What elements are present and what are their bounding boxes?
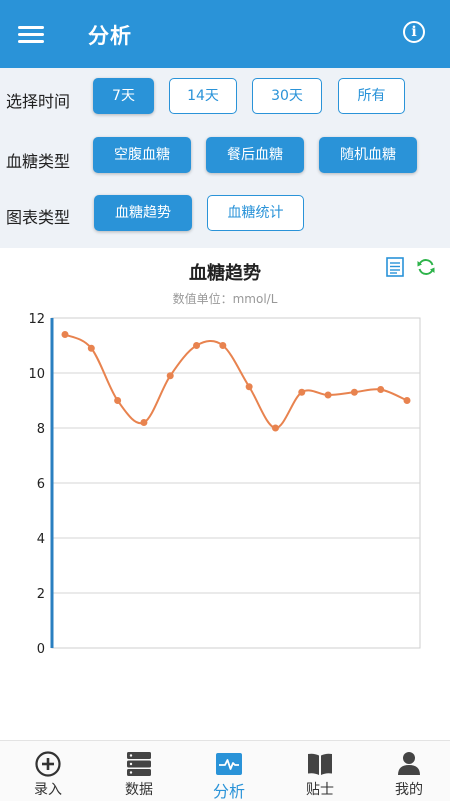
data-point[interactable] — [298, 388, 306, 396]
y-tick-label: 4 — [37, 532, 45, 547]
chart-title: 血糖趋势 — [189, 263, 261, 284]
data-list-icon[interactable] — [386, 257, 404, 277]
nav-item-tips[interactable]: 贴士 — [275, 741, 365, 801]
glucose-type-postmeal[interactable]: 餐后血糖 — [206, 137, 304, 173]
time-option-all[interactable]: 所有 — [338, 78, 405, 114]
data-point[interactable] — [377, 386, 385, 393]
time-filter-label: 选择时间 — [6, 92, 71, 111]
nav-item-profile[interactable]: 我的 — [364, 741, 450, 801]
time-option-30d[interactable]: 30天 — [252, 78, 322, 114]
data-point[interactable] — [324, 391, 332, 399]
data-point[interactable] — [350, 388, 358, 396]
pulse-icon — [216, 753, 242, 775]
nav-item-analysis[interactable]: 分析 — [184, 741, 274, 801]
nav-item-data[interactable]: 数据 — [94, 741, 184, 801]
data-point[interactable] — [219, 342, 227, 349]
filter-panel: 选择时间 7天 14天 30天 所有 血糖类型 空腹血糖 餐后血糖 随机血糖 图… — [0, 68, 450, 248]
bottom-nav: 录入 数据 分析 贴士 我的 — [0, 740, 450, 801]
glucose-trend-chart: 0 2 4 6 8 10 12 — [28, 312, 421, 657]
page-title: 分析 — [88, 24, 132, 48]
data-point[interactable] — [114, 397, 122, 404]
y-tick-label: 8 — [37, 422, 45, 437]
y-tick-label: 6 — [37, 477, 45, 492]
time-option-7d[interactable]: 7天 — [93, 78, 154, 114]
nav-label-entry: 录入 — [34, 782, 62, 798]
app-header: 分析 i — [0, 0, 450, 68]
data-point[interactable] — [193, 342, 201, 349]
y-tick-label: 10 — [28, 367, 45, 382]
chart-type-trend[interactable]: 血糖趋势 — [94, 195, 192, 231]
chart-type-stats[interactable]: 血糖统计 — [207, 195, 304, 231]
database-icon — [127, 752, 151, 776]
glucose-series-line — [64, 333, 408, 429]
nav-label-analysis: 分析 — [212, 782, 245, 801]
data-point[interactable] — [245, 383, 253, 391]
nav-label-data: 数据 — [125, 782, 153, 798]
menu-icon[interactable] — [18, 24, 44, 44]
y-tick-label: 0 — [37, 642, 45, 657]
nav-label-profile: 我的 — [395, 782, 423, 798]
glucose-type-fasting[interactable]: 空腹血糖 — [93, 137, 191, 173]
chart-type-label: 图表类型 — [6, 208, 71, 227]
book-icon — [308, 753, 332, 775]
time-option-14d[interactable]: 14天 — [169, 78, 237, 114]
y-tick-label: 12 — [28, 312, 45, 327]
data-point[interactable] — [271, 424, 279, 432]
data-point[interactable] — [61, 331, 69, 338]
data-point[interactable] — [166, 372, 174, 380]
user-icon — [398, 752, 420, 775]
nav-label-tips: 贴士 — [306, 782, 334, 798]
refresh-icon[interactable] — [416, 257, 436, 277]
y-tick-label: 2 — [37, 587, 45, 602]
data-point[interactable] — [403, 397, 411, 404]
glucose-type-label: 血糖类型 — [6, 152, 71, 171]
nav-item-entry[interactable]: 录入 — [3, 741, 93, 801]
info-icon[interactable]: i — [403, 21, 425, 43]
glucose-type-random[interactable]: 随机血糖 — [319, 137, 417, 173]
plus-circle-icon — [35, 751, 61, 777]
data-point[interactable] — [140, 419, 148, 426]
data-point[interactable] — [87, 344, 95, 352]
